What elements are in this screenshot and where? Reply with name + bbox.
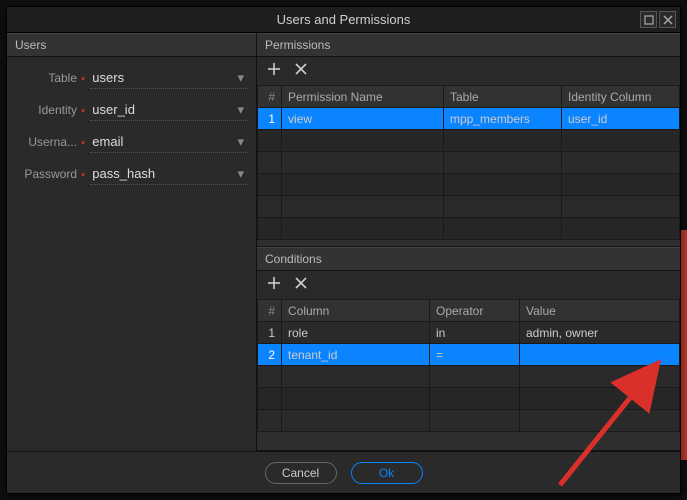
dialog-window: Users and Permissions Users Table * user… — [6, 6, 681, 494]
required-star: * — [81, 107, 85, 119]
col-value[interactable]: Value — [520, 300, 680, 322]
cell-value[interactable] — [520, 344, 680, 366]
password-label: Password — [15, 167, 77, 181]
col-identity[interactable]: Identity Column — [562, 86, 680, 108]
table-label: Table — [15, 71, 77, 85]
cell-name[interactable]: view — [282, 108, 444, 130]
titlebar: Users and Permissions — [7, 7, 680, 33]
username-label: Userna... — [15, 135, 77, 149]
table-row[interactable]: 1 role in admin, owner — [258, 322, 680, 344]
x-icon — [295, 277, 307, 289]
remove-condition-button[interactable] — [295, 277, 307, 293]
password-dropdown[interactable]: pass_hash ▾ — [90, 163, 248, 185]
table-row[interactable]: 1 view mpp_members user_id — [258, 108, 680, 130]
dialog-footer: Cancel Ok — [7, 451, 680, 493]
col-operator[interactable]: Operator — [430, 300, 520, 322]
table-value: users — [92, 70, 124, 85]
cancel-button[interactable]: Cancel — [265, 462, 337, 484]
cell-operator[interactable]: = — [430, 344, 520, 366]
chevron-down-icon: ▾ — [237, 102, 244, 118]
col-num[interactable]: # — [258, 86, 282, 108]
users-panel: Users Table * users ▾ Identity * user_id… — [7, 33, 257, 451]
chevron-down-icon: ▾ — [237, 134, 244, 150]
conditions-grid[interactable]: # Column Operator Value 1 role in — [257, 299, 680, 450]
required-star: * — [81, 171, 85, 183]
close-icon — [663, 15, 673, 25]
username-dropdown[interactable]: email ▾ — [90, 131, 248, 153]
maximize-button[interactable] — [640, 11, 657, 28]
add-permission-button[interactable] — [267, 62, 281, 80]
window-title: Users and Permissions — [277, 12, 411, 27]
remove-permission-button[interactable] — [295, 63, 307, 79]
plus-icon — [267, 62, 281, 76]
required-star: * — [81, 75, 85, 87]
cell-operator[interactable]: in — [430, 322, 520, 344]
row-num: 1 — [258, 108, 282, 130]
cell-table[interactable]: mpp_members — [444, 108, 562, 130]
chevron-down-icon: ▾ — [237, 166, 244, 182]
cell-value[interactable]: admin, owner — [520, 322, 680, 344]
x-icon — [295, 63, 307, 75]
col-num[interactable]: # — [258, 300, 282, 322]
conditions-panel: Conditions # Column — [257, 247, 680, 451]
col-permission-name[interactable]: Permission Name — [282, 86, 444, 108]
col-table[interactable]: Table — [444, 86, 562, 108]
permissions-panel: Permissions # Permi — [257, 33, 680, 247]
cell-column[interactable]: tenant_id — [282, 344, 430, 366]
col-column[interactable]: Column — [282, 300, 430, 322]
identity-dropdown[interactable]: user_id ▾ — [90, 99, 248, 121]
cell-column[interactable]: role — [282, 322, 430, 344]
table-dropdown[interactable]: users ▾ — [90, 67, 248, 89]
users-header: Users — [7, 33, 256, 57]
conditions-header: Conditions — [257, 247, 680, 271]
cell-identity[interactable]: user_id — [562, 108, 680, 130]
add-condition-button[interactable] — [267, 276, 281, 294]
permissions-header: Permissions — [257, 33, 680, 57]
maximize-icon — [644, 15, 654, 25]
plus-icon — [267, 276, 281, 290]
row-num: 1 — [258, 322, 282, 344]
password-value: pass_hash — [92, 166, 155, 181]
identity-label: Identity — [15, 103, 77, 117]
required-star: * — [81, 139, 85, 151]
chevron-down-icon: ▾ — [237, 70, 244, 86]
identity-value: user_id — [92, 102, 135, 117]
ok-button[interactable]: Ok — [351, 462, 423, 484]
row-num: 2 — [258, 344, 282, 366]
permissions-grid[interactable]: # Permission Name Table Identity Column … — [257, 85, 680, 246]
close-button[interactable] — [659, 11, 676, 28]
table-row[interactable]: 2 tenant_id = — [258, 344, 680, 366]
username-value: email — [92, 134, 123, 149]
